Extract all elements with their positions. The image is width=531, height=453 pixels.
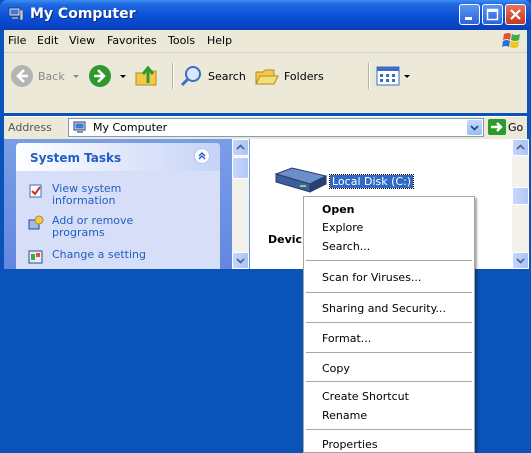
back-button[interactable]: Back bbox=[10, 61, 81, 91]
collapse-button[interactable] bbox=[194, 148, 210, 164]
scroll-thumb[interactable] bbox=[232, 157, 249, 179]
task-pane-scrollbar[interactable] bbox=[232, 139, 249, 269]
menu-item-sharing-security[interactable]: Sharing and Security... bbox=[322, 302, 446, 315]
local-disk-label[interactable]: Local Disk (C:) bbox=[328, 174, 415, 189]
go-button[interactable] bbox=[488, 119, 506, 135]
my-computer-icon bbox=[73, 121, 86, 133]
menu-file[interactable]: File bbox=[8, 34, 26, 47]
views-button[interactable] bbox=[376, 61, 412, 91]
control-panel-icon bbox=[28, 250, 43, 264]
go-arrow-icon bbox=[491, 122, 503, 132]
close-button[interactable] bbox=[505, 4, 526, 25]
menu-separator bbox=[306, 381, 472, 382]
maximize-button[interactable] bbox=[482, 4, 503, 25]
minimize-icon bbox=[465, 17, 472, 20]
menu-separator bbox=[306, 260, 472, 261]
menu-item-format[interactable]: Format... bbox=[322, 332, 371, 345]
forward-arrow-icon bbox=[89, 65, 111, 87]
system-tasks-title: System Tasks bbox=[30, 151, 122, 165]
folders-button[interactable]: Folders bbox=[254, 61, 324, 91]
chevron-up-icon bbox=[516, 144, 525, 150]
title-bar[interactable]: My Computer bbox=[0, 0, 531, 30]
add-remove-programs-icon bbox=[28, 215, 44, 230]
address-bar: Address My Computer Go bbox=[4, 116, 527, 139]
menu-item-explore[interactable]: Explore bbox=[322, 221, 363, 234]
menu-item-open[interactable]: Open bbox=[322, 203, 355, 216]
menu-separator bbox=[306, 352, 472, 353]
system-tasks-header[interactable]: System Tasks bbox=[16, 143, 220, 171]
scroll-down-button[interactable] bbox=[232, 252, 249, 269]
maximize-icon bbox=[486, 8, 499, 21]
task-view-system-info[interactable]: View system information bbox=[28, 183, 121, 207]
menu-item-search[interactable]: Search... bbox=[322, 240, 370, 253]
scroll-up-button[interactable] bbox=[232, 139, 249, 156]
close-icon bbox=[510, 9, 521, 20]
chevron-down-icon bbox=[516, 258, 525, 264]
explorer-window: My Computer File Edit View Favorites Too… bbox=[0, 0, 531, 453]
up-folder-icon bbox=[135, 65, 157, 86]
search-button[interactable]: Search bbox=[180, 61, 246, 91]
content-scrollbar[interactable] bbox=[512, 139, 529, 269]
address-label: Address bbox=[8, 121, 52, 134]
menu-separator bbox=[306, 292, 472, 293]
task-label: programs bbox=[52, 226, 105, 239]
menu-item-scan-viruses[interactable]: Scan for Viruses... bbox=[322, 271, 421, 284]
folders-icon bbox=[255, 69, 279, 85]
task-add-remove-programs[interactable]: Add or remove programs bbox=[28, 215, 133, 239]
chevron-down-icon bbox=[470, 125, 479, 131]
scroll-up-button[interactable] bbox=[512, 139, 529, 156]
scroll-thumb[interactable] bbox=[512, 187, 529, 205]
menu-item-create-shortcut[interactable]: Create Shortcut bbox=[322, 390, 409, 403]
menu-tools[interactable]: Tools bbox=[168, 34, 195, 47]
folders-label: Folders bbox=[284, 69, 324, 83]
standard-toolbar: Back Search Folders bbox=[4, 53, 527, 113]
up-folder-button[interactable] bbox=[134, 61, 160, 91]
go-label[interactable]: Go bbox=[508, 121, 523, 134]
menu-item-rename[interactable]: Rename bbox=[322, 409, 367, 422]
system-info-icon bbox=[29, 184, 42, 198]
chevron-up-icon bbox=[236, 144, 245, 150]
double-chevron-up-icon bbox=[198, 152, 206, 160]
chevron-down-icon bbox=[236, 258, 245, 264]
menu-edit[interactable]: Edit bbox=[37, 34, 58, 47]
menu-favorites[interactable]: Favorites bbox=[107, 34, 157, 47]
menu-separator bbox=[306, 322, 472, 323]
chevron-down-icon bbox=[72, 75, 79, 78]
task-label: Change a setting bbox=[52, 248, 146, 261]
views-icon bbox=[376, 66, 400, 86]
menu-item-copy[interactable]: Copy bbox=[322, 362, 350, 375]
local-disk-icon bbox=[274, 167, 328, 193]
search-icon bbox=[180, 66, 201, 87]
task-change-setting[interactable]: Change a setting bbox=[28, 249, 146, 265]
minimize-button[interactable] bbox=[459, 4, 480, 25]
chevron-down-icon bbox=[404, 75, 410, 78]
menu-item-properties[interactable]: Properties bbox=[322, 438, 378, 451]
search-label: Search bbox=[208, 69, 246, 83]
forward-button[interactable] bbox=[88, 61, 128, 91]
my-computer-icon bbox=[8, 7, 24, 21]
menu-bar: File Edit View Favorites Tools Help bbox=[4, 30, 527, 53]
address-value: My Computer bbox=[93, 121, 168, 134]
back-label: Back bbox=[38, 69, 65, 83]
menu-separator bbox=[306, 429, 472, 430]
back-arrow-icon bbox=[11, 65, 33, 87]
task-label: information bbox=[52, 194, 116, 207]
menu-view[interactable]: View bbox=[69, 34, 95, 47]
address-input[interactable]: My Computer bbox=[68, 118, 484, 137]
scroll-down-button[interactable] bbox=[512, 252, 529, 269]
address-dropdown-button[interactable] bbox=[467, 120, 482, 135]
chevron-down-icon bbox=[120, 75, 126, 78]
devices-group-header: Devic bbox=[268, 233, 303, 246]
menu-help[interactable]: Help bbox=[207, 34, 232, 47]
system-tasks-panel: System Tasks View system information Add … bbox=[16, 143, 220, 269]
window-title: My Computer bbox=[30, 6, 136, 22]
context-menu: Open Explore Search... Scan for Viruses.… bbox=[303, 196, 475, 453]
task-pane: System Tasks View system information Add … bbox=[4, 139, 250, 269]
windows-logo-icon bbox=[502, 33, 520, 48]
